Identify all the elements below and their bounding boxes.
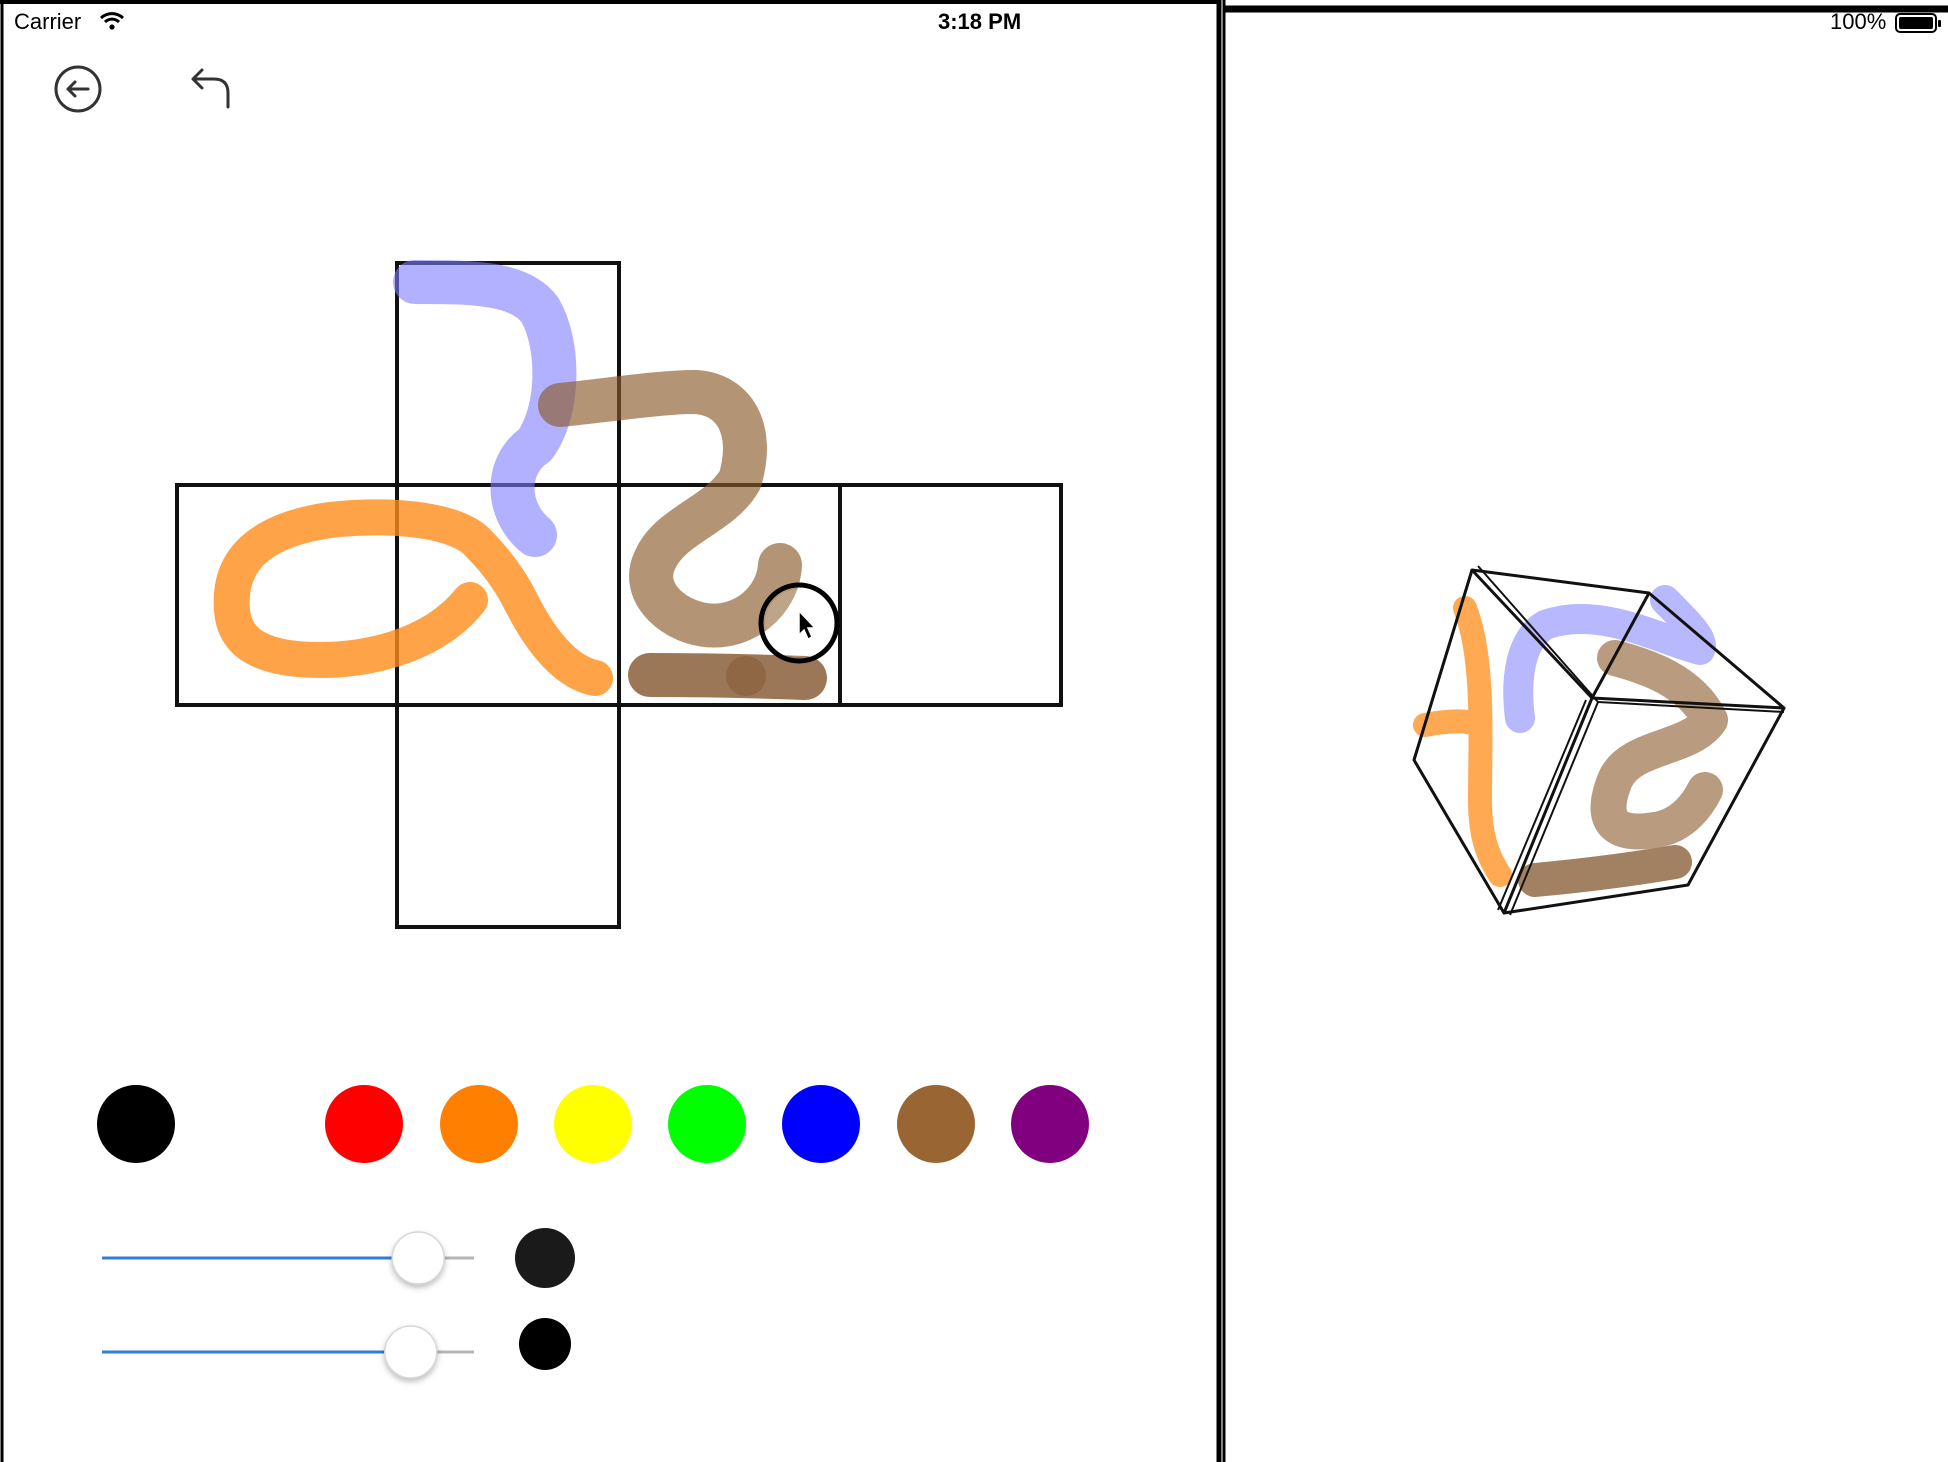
carrier-label: Carrier — [14, 9, 82, 34]
color-swatch-blue[interactable] — [782, 1085, 860, 1163]
color-palette — [97, 1085, 1089, 1163]
color-swatch-yellow[interactable] — [554, 1085, 632, 1163]
color-swatch-purple[interactable] — [1011, 1085, 1089, 1163]
color-swatch-brown[interactable] — [897, 1085, 975, 1163]
color-swatch-green[interactable] — [668, 1085, 746, 1163]
pointer-cursor-icon — [758, 582, 840, 664]
color-swatch-black[interactable] — [97, 1085, 175, 1163]
size-preview-dot — [519, 1318, 571, 1370]
app-stage — [0, 0, 1948, 1462]
opacity-slider-thumb[interactable] — [391, 1231, 445, 1285]
color-swatch-white[interactable] — [211, 1085, 289, 1163]
battery-percent: 100% — [1830, 9, 1887, 34]
cube-brown-stroke-lower — [1518, 845, 1692, 897]
brown-blot — [726, 656, 766, 696]
opacity-preview-dot — [515, 1228, 575, 1288]
size-slider-thumb[interactable] — [384, 1325, 438, 1379]
color-swatch-red[interactable] — [325, 1085, 403, 1163]
color-swatch-orange[interactable] — [440, 1085, 518, 1163]
status-time: 3:18 PM — [938, 9, 1022, 34]
